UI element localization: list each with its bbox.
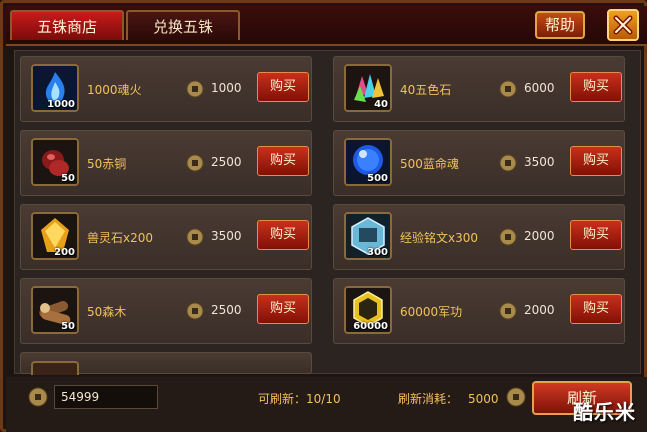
wuzhu-coin-icon bbox=[499, 80, 517, 98]
refresh-count: 可刷新：10/10 bbox=[258, 392, 341, 406]
wood-logs-icon: 50 bbox=[31, 286, 79, 334]
item-name: 60000军功 bbox=[400, 305, 463, 319]
wuzhu-coin-icon bbox=[499, 302, 517, 320]
shop-item: 200 兽灵石x200 3500 购买 bbox=[20, 204, 312, 270]
watermark: 酷乐米 bbox=[573, 400, 636, 424]
shop-item: 300 经验铭文x300 2000 购买 bbox=[333, 204, 625, 270]
item-name: 兽灵石x200 bbox=[87, 231, 154, 245]
item-price: 2000 bbox=[524, 303, 555, 317]
wuzhu-coin-icon bbox=[499, 154, 517, 172]
item-quantity: 60000 bbox=[353, 321, 388, 332]
wuzhu-coin-icon bbox=[186, 154, 204, 172]
item-price: 2500 bbox=[211, 303, 242, 317]
wuzhu-coin-icon bbox=[186, 228, 204, 246]
item-price: 2000 bbox=[524, 229, 555, 243]
shop-item: 40 40五色石 6000 购买 bbox=[333, 56, 625, 122]
bottom-bar: 54999 可刷新：10/10 刷新消耗： 5000 刷新 bbox=[6, 377, 647, 432]
item-quantity: 300 bbox=[367, 247, 388, 258]
five-color-stone-icon: 40 bbox=[344, 64, 392, 112]
refresh-cost-value: 5000 bbox=[468, 392, 499, 406]
title-bar: 五铢商店 兑换五铢 帮助 bbox=[6, 6, 647, 46]
item-name: 1000魂火 bbox=[87, 83, 142, 97]
help-button[interactable]: 帮助 bbox=[535, 11, 585, 39]
wuzhu-coin-icon bbox=[186, 80, 204, 98]
item-quantity: 50 bbox=[61, 321, 75, 332]
buy-button[interactable]: 购买 bbox=[570, 72, 622, 102]
shop-item: 50 50赤铜 2500 购买 bbox=[20, 130, 312, 196]
item-quantity: 1000 bbox=[47, 99, 75, 110]
buy-button[interactable]: 购买 bbox=[570, 146, 622, 176]
buy-button[interactable]: 购买 bbox=[570, 294, 622, 324]
buy-button[interactable]: 购买 bbox=[257, 220, 309, 250]
item-icon-partial bbox=[31, 361, 79, 375]
close-icon bbox=[613, 15, 633, 35]
currency-balance: 54999 bbox=[54, 385, 158, 409]
shop-item-partial bbox=[20, 352, 312, 375]
exp-inscription-icon: 300 bbox=[344, 212, 392, 260]
wuzhu-coin-icon bbox=[186, 302, 204, 320]
item-quantity: 500 bbox=[367, 173, 388, 184]
military-merit-icon: 60000 bbox=[344, 286, 392, 334]
red-copper-icon: 50 bbox=[31, 138, 79, 186]
buy-button[interactable]: 购买 bbox=[257, 294, 309, 324]
item-name: 40五色石 bbox=[400, 83, 452, 97]
item-price: 6000 bbox=[524, 81, 555, 95]
buy-button[interactable]: 购买 bbox=[257, 72, 309, 102]
refresh-cost-text: 刷新消耗： bbox=[398, 392, 459, 406]
item-price: 1000 bbox=[211, 81, 242, 95]
item-price: 3500 bbox=[524, 155, 555, 169]
shop-item: 1000 1000魂火 1000 购买 bbox=[20, 56, 312, 122]
blue-flame-icon: 1000 bbox=[31, 64, 79, 112]
blue-orb-icon: 500 bbox=[344, 138, 392, 186]
item-price: 2500 bbox=[211, 155, 242, 169]
shop-item: 500 500蓝命魂 3500 购买 bbox=[333, 130, 625, 196]
item-quantity: 50 bbox=[61, 173, 75, 184]
shop-window: 五铢商店 兑换五铢 帮助 1000 1000魂火 1000 购买 40 40五色… bbox=[0, 0, 647, 432]
shop-item: 50 50森木 2500 购买 bbox=[20, 278, 312, 344]
item-name: 50赤铜 bbox=[87, 157, 127, 171]
item-price: 3500 bbox=[211, 229, 242, 243]
tab-wuzhu-shop[interactable]: 五铢商店 bbox=[10, 10, 124, 40]
item-name: 50森木 bbox=[87, 305, 127, 319]
item-name: 500蓝命魂 bbox=[400, 157, 459, 171]
item-quantity: 200 bbox=[54, 247, 75, 258]
item-list: 1000 1000魂火 1000 购买 40 40五色石 6000 购买 50 … bbox=[14, 50, 641, 375]
beast-spirit-stone-icon: 200 bbox=[31, 212, 79, 260]
buy-button[interactable]: 购买 bbox=[257, 146, 309, 176]
buy-button[interactable]: 购买 bbox=[570, 220, 622, 250]
shop-item: 60000 60000军功 2000 购买 bbox=[333, 278, 625, 344]
item-quantity: 40 bbox=[374, 99, 388, 110]
refresh-cost-label: 刷新消耗： 5000 bbox=[398, 390, 499, 407]
close-button[interactable] bbox=[607, 9, 639, 41]
wuzhu-coin-icon bbox=[28, 387, 48, 407]
wuzhu-coin-icon bbox=[506, 387, 526, 407]
item-name: 经验铭文x300 bbox=[400, 231, 479, 245]
tab-exchange-wuzhu[interactable]: 兑换五铢 bbox=[126, 10, 240, 40]
wuzhu-coin-icon bbox=[499, 228, 517, 246]
